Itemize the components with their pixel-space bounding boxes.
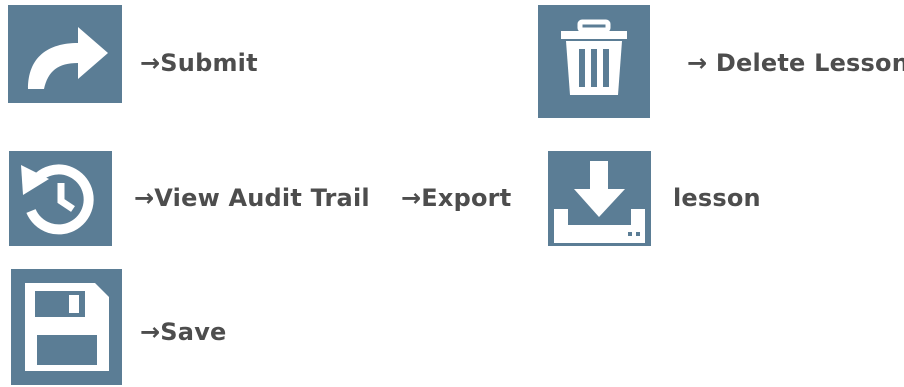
delete-lesson-label: → Delete Lesson (687, 49, 904, 77)
floppy-disk-icon (25, 283, 109, 371)
delete-lesson-icon-tile[interactable] (538, 5, 650, 118)
view-audit-trail-icon-tile[interactable] (9, 151, 112, 246)
save-label: →Save (140, 318, 227, 346)
trash-icon (561, 19, 627, 95)
export-lesson-icon-tile[interactable] (548, 151, 651, 246)
redo-arrow-icon (28, 27, 108, 89)
history-icon (21, 164, 94, 235)
view-audit-trail-label: →View Audit Trail (134, 184, 370, 212)
submit-label: →Submit (140, 49, 258, 77)
download-icon (554, 161, 645, 243)
export-label: →Export (401, 184, 512, 212)
save-icon-tile[interactable] (11, 269, 122, 385)
export-lesson-label: lesson (673, 184, 761, 212)
submit-icon-tile[interactable] (8, 5, 122, 103)
